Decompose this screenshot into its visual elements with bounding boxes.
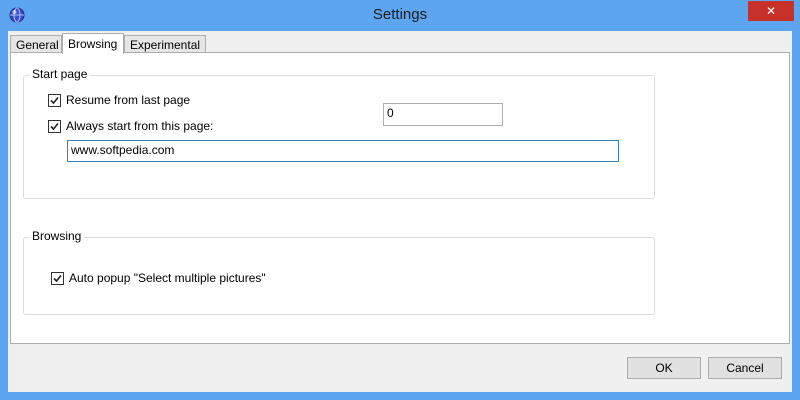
start-url-field[interactable]: www.softpedia.com (67, 140, 619, 162)
settings-window: Settings ✕ General Browsing Experimental… (0, 0, 800, 400)
start-page-group-title: Start page (29, 67, 91, 81)
tab-general[interactable]: General (10, 35, 62, 52)
start-page-number-field[interactable]: 0 (383, 103, 503, 126)
close-button[interactable]: ✕ (748, 1, 794, 21)
cancel-button[interactable]: Cancel (708, 357, 782, 379)
auto-popup-label: Auto popup "Select multiple pictures" (69, 271, 266, 285)
checkmark-icon (50, 122, 59, 130)
checkmark-icon (53, 274, 62, 282)
always-start-checkbox-row[interactable]: Always start from this page: (48, 119, 213, 133)
ok-button[interactable]: OK (627, 357, 701, 379)
browsing-tab-panel: Start page Resume from last page 0 Alway… (10, 52, 790, 344)
resume-label: Resume from last page (66, 93, 191, 107)
dialog-client-area: General Browsing Experimental Start page… (8, 31, 792, 392)
auto-popup-checkbox-row[interactable]: Auto popup "Select multiple pictures" (51, 271, 266, 285)
always-start-checkbox[interactable] (48, 119, 61, 133)
browsing-group-title: Browsing (29, 229, 85, 243)
window-title: Settings (372, 6, 428, 23)
close-icon: ✕ (765, 4, 777, 18)
tab-experimental[interactable]: Experimental (124, 35, 206, 52)
tab-browsing[interactable]: Browsing (62, 33, 124, 54)
resume-checkbox[interactable] (48, 93, 61, 107)
checkmark-icon (50, 96, 59, 104)
title-bar[interactable]: Settings ✕ (0, 0, 800, 31)
auto-popup-checkbox[interactable] (51, 271, 64, 285)
resume-checkbox-row[interactable]: Resume from last page (48, 93, 190, 107)
always-start-label: Always start from this page: (66, 119, 214, 133)
